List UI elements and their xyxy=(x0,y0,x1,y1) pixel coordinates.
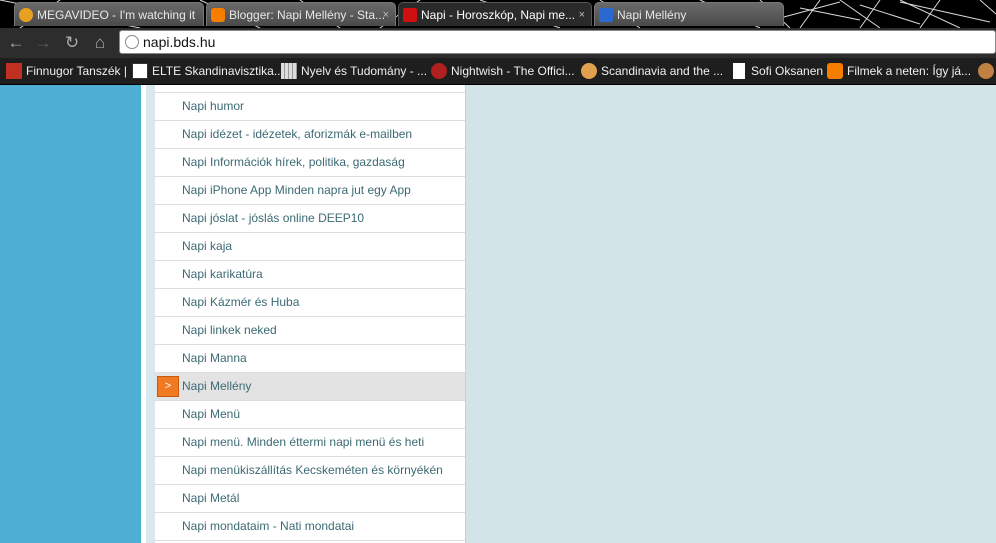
nightwish-icon xyxy=(431,63,447,79)
list-item[interactable]: Napi menükiszállítás Kecskeméten és körn… xyxy=(155,457,465,485)
list-item-link[interactable]: Napi Manna xyxy=(182,345,247,372)
tab-napi-melleny[interactable]: Napi Mellény xyxy=(594,2,784,26)
address-bar[interactable]: napi.bds.hu xyxy=(119,30,996,54)
bookmark-overflow[interactable] xyxy=(978,58,996,84)
list-item[interactable]: Napi Információk hírek, politika, gazdas… xyxy=(155,149,465,177)
url-text: napi.bds.hu xyxy=(143,34,216,50)
tab-label: Napi Mellény xyxy=(617,8,687,22)
bookmark-partial-icon xyxy=(978,63,994,79)
finnugor-icon xyxy=(6,63,22,79)
tab-blogger[interactable]: Blogger: Napi Mellény - Sta... × xyxy=(206,2,396,26)
bookmark-label: Scandinavia and the ... xyxy=(601,64,724,78)
list-item[interactable]: Napi Metál xyxy=(155,485,465,513)
list-item-link[interactable]: Napi humor xyxy=(182,93,244,120)
bookmark-label: Finnugor Tanszék | xyxy=(26,64,127,78)
tab-megavideo[interactable]: MEGAVIDEO - I'm watching it xyxy=(14,2,204,26)
elte-sx-icon xyxy=(132,63,148,79)
tab-napi-active[interactable]: Napi - Horoszkóp, Napi me... × xyxy=(398,2,592,26)
list-item[interactable]: Napi Manna xyxy=(155,345,465,373)
panel-margin xyxy=(146,85,155,543)
bookmark-label: ELTE Skandinavisztika... xyxy=(152,64,284,78)
left-sidebar-band xyxy=(0,85,141,543)
selected-arrow-icon: > xyxy=(157,376,179,397)
page-icon xyxy=(733,63,745,79)
list-item[interactable]: > Napi Mellény xyxy=(155,373,465,401)
browser-toolbar: ← → ↻ ⌂ napi.bds.hu xyxy=(0,28,996,58)
list-item-link[interactable]: Napi karikatúra xyxy=(182,261,263,288)
list-item-link[interactable]: Napi Menü xyxy=(182,401,240,428)
globe-icon xyxy=(125,35,139,49)
list-item[interactable]: Napi iPhone App Minden napra jut egy App xyxy=(155,177,465,205)
list-item-link[interactable]: Napi iPhone App Minden napra jut egy App xyxy=(182,177,411,204)
list-item-link[interactable]: Napi Metál xyxy=(182,485,239,512)
list-item[interactable]: Napi mondataim - Nati mondatai xyxy=(155,513,465,541)
blogger-icon xyxy=(827,63,843,79)
list-item-link[interactable]: Napi Információk hírek, politika, gazdas… xyxy=(182,149,405,176)
list-item-link[interactable]: Napi jóslat - jóslás online DEEP10 xyxy=(182,205,364,232)
list-item[interactable]: Napi Kázmér és Huba xyxy=(155,289,465,317)
napi-site-icon xyxy=(403,8,417,22)
list-item[interactable]: Napi karikatúra xyxy=(155,261,465,289)
grid-icon xyxy=(281,63,297,79)
blogger-icon xyxy=(211,8,225,22)
bookmark-label: Sofi Oksanen xyxy=(751,64,824,78)
close-tab-icon[interactable]: × xyxy=(383,3,389,26)
bookmark-label: Nightwish - The Offici... xyxy=(451,64,575,78)
star-bookmark-icon xyxy=(599,8,613,22)
list-item[interactable]: Napi Menü xyxy=(155,401,465,429)
list-item[interactable]: Napi idézet - idézetek, aforizmák e-mail… xyxy=(155,121,465,149)
reload-button[interactable]: ↻ xyxy=(62,33,82,53)
napi-site-list: Napi humor Napi idézet - idézetek, aforiz… xyxy=(155,85,466,543)
list-item-link[interactable]: Napi Mellény xyxy=(182,373,251,400)
list-item-link[interactable]: Napi kaja xyxy=(182,233,232,260)
list-item-link[interactable]: Napi menü. Minden éttermi napi menü és h… xyxy=(182,429,424,456)
list-item-link[interactable]: Napi linkek neked xyxy=(182,317,277,344)
list-item-link[interactable]: Napi Kázmér és Huba xyxy=(182,289,299,316)
list-item[interactable]: Napi kaja xyxy=(155,233,465,261)
bookmark-label: Filmek a neten: Így já... xyxy=(847,64,972,78)
tab-label: Napi - Horoszkóp, Napi me... xyxy=(421,8,576,22)
scandinavia-icon xyxy=(581,63,597,79)
list-item[interactable]: Napi jóslat - jóslás online DEEP10 xyxy=(155,205,465,233)
bookmarks-bar: Finnugor Tanszék | ELTE Skandinavisztika… xyxy=(0,58,996,85)
list-item-link[interactable]: Napi mondataim - Nati mondatai xyxy=(182,513,354,540)
bookmark-label: Nyelv és Tudomány - ... xyxy=(301,64,428,78)
tab-label: MEGAVIDEO - I'm watching it xyxy=(37,8,196,22)
list-item-link[interactable]: Napi idézet - idézetek, aforizmák e-mail… xyxy=(182,121,412,148)
forward-button[interactable]: → xyxy=(33,33,53,53)
list-item-link[interactable]: Napi menükiszállítás Kecskeméten és körn… xyxy=(182,457,443,484)
list-item[interactable]: Napi linkek neked xyxy=(155,317,465,345)
back-button[interactable]: ← xyxy=(6,33,26,53)
list-item[interactable]: Napi menü. Minden éttermi napi menü és h… xyxy=(155,429,465,457)
tab-strip: MEGAVIDEO - I'm watching it Blogger: Nap… xyxy=(0,0,996,28)
list-item-partial xyxy=(155,85,465,93)
megavideo-icon xyxy=(19,8,33,22)
home-button[interactable]: ⌂ xyxy=(90,33,110,53)
close-tab-icon[interactable]: × xyxy=(579,3,585,26)
tab-label: Blogger: Napi Mellény - Sta... xyxy=(229,8,386,22)
list-item[interactable]: Napi humor xyxy=(155,93,465,121)
